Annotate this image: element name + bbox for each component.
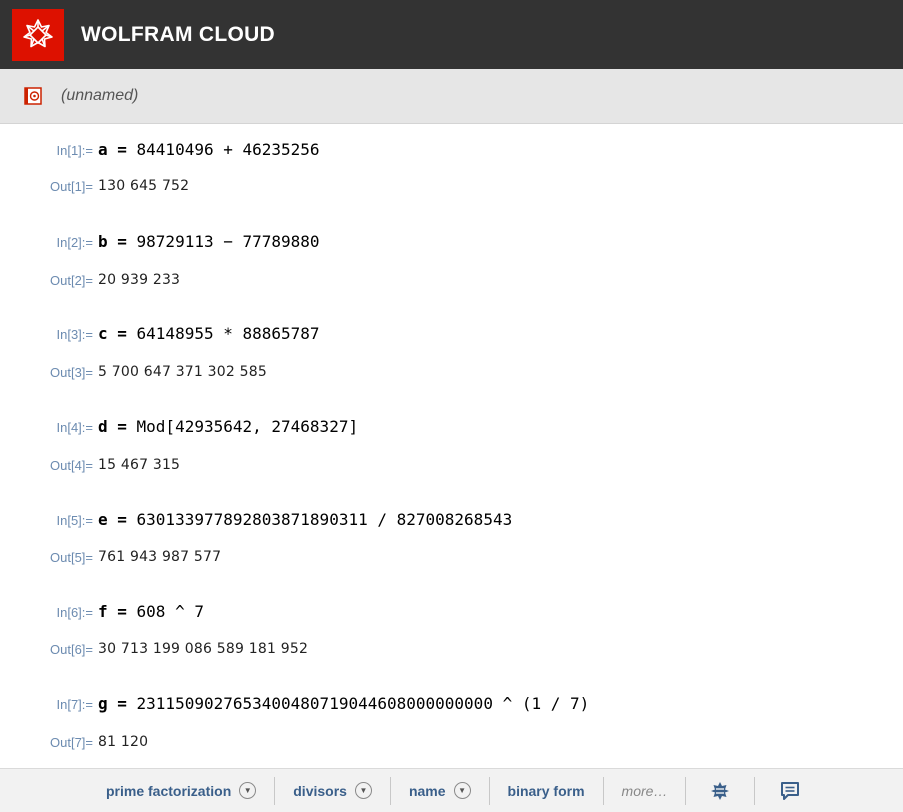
input-code[interactable]: f = 608 ^ 7: [98, 602, 204, 621]
output-value: 5 700 647 371 302 585: [98, 364, 267, 380]
wolfram-alpha-icon: [710, 781, 730, 801]
notebook-icon: [24, 87, 42, 105]
output-value: 30 713 199 086 589 181 952: [98, 641, 309, 657]
document-name[interactable]: (unnamed): [61, 87, 138, 105]
chevron-down-icon[interactable]: ▼: [354, 782, 372, 799]
suggestion-label: name: [408, 782, 446, 799]
suggestion-label: divisors: [293, 782, 347, 799]
output-value: 130 645 752: [98, 178, 190, 194]
out-label: Out[3]=: [50, 365, 93, 380]
more-label: more…: [621, 782, 668, 799]
document-bar: (unnamed): [0, 69, 903, 124]
in-label: In[2]:=: [56, 235, 94, 250]
out-label: Out[6]=: [50, 642, 93, 657]
in-label: In[7]:=: [56, 697, 94, 712]
input-code[interactable]: b = 98729113 − 77789880: [98, 232, 320, 251]
output-value: 81 120: [98, 734, 149, 750]
in-label: In[6]:=: [56, 605, 94, 620]
in-label: In[4]:=: [56, 420, 94, 435]
input-code[interactable]: g = 231150902765340048071904460800000000…: [98, 694, 589, 713]
suggestions-bar: prime factorization ▼ divisors ▼ name ▼ …: [0, 768, 903, 812]
out-label: Out[5]=: [50, 550, 93, 565]
out-label: Out[4]=: [50, 458, 93, 473]
input-code[interactable]: a = 84410496 + 46235256: [98, 140, 320, 159]
suggestion-binary-form[interactable]: binary form: [490, 776, 604, 805]
suggestion-name[interactable]: name ▼: [391, 776, 490, 805]
in-label: In[5]:=: [56, 513, 94, 528]
header-bar: WOLFRAM CLOUD: [0, 0, 903, 69]
output-value: 761 943 987 577: [98, 549, 222, 565]
chevron-down-icon[interactable]: ▼: [453, 782, 471, 799]
suggestion-label: prime factorization: [106, 782, 232, 799]
out-label: Out[2]=: [50, 273, 93, 288]
in-label: In[3]:=: [56, 327, 94, 342]
feedback-button[interactable]: [755, 777, 825, 805]
out-label: Out[1]=: [50, 179, 93, 194]
suggestion-label: binary form: [507, 782, 585, 799]
wolfram-spikey-icon[interactable]: [12, 8, 64, 61]
in-label: In[1]:=: [56, 143, 94, 158]
out-label: Out[7]=: [50, 735, 93, 750]
input-code[interactable]: e = 630133977892803871890311 / 827008268…: [98, 510, 512, 529]
suggestion-divisors[interactable]: divisors ▼: [275, 776, 391, 805]
feedback-icon: [779, 780, 801, 802]
chevron-down-icon[interactable]: ▼: [239, 782, 257, 799]
wolfram-alpha-button[interactable]: [686, 776, 756, 805]
input-code[interactable]: c = 64148955 * 88865787: [98, 324, 320, 343]
output-value: 15 467 315: [98, 457, 181, 473]
suggestion-prime-factorization[interactable]: prime factorization ▼: [88, 776, 276, 805]
input-code[interactable]: d = Mod[42935642, 27468327]: [98, 417, 358, 436]
suggestion-more[interactable]: more…: [604, 776, 687, 805]
brand-title: WOLFRAM CLOUD: [81, 22, 276, 46]
output-value: 20 939 233: [98, 272, 181, 288]
